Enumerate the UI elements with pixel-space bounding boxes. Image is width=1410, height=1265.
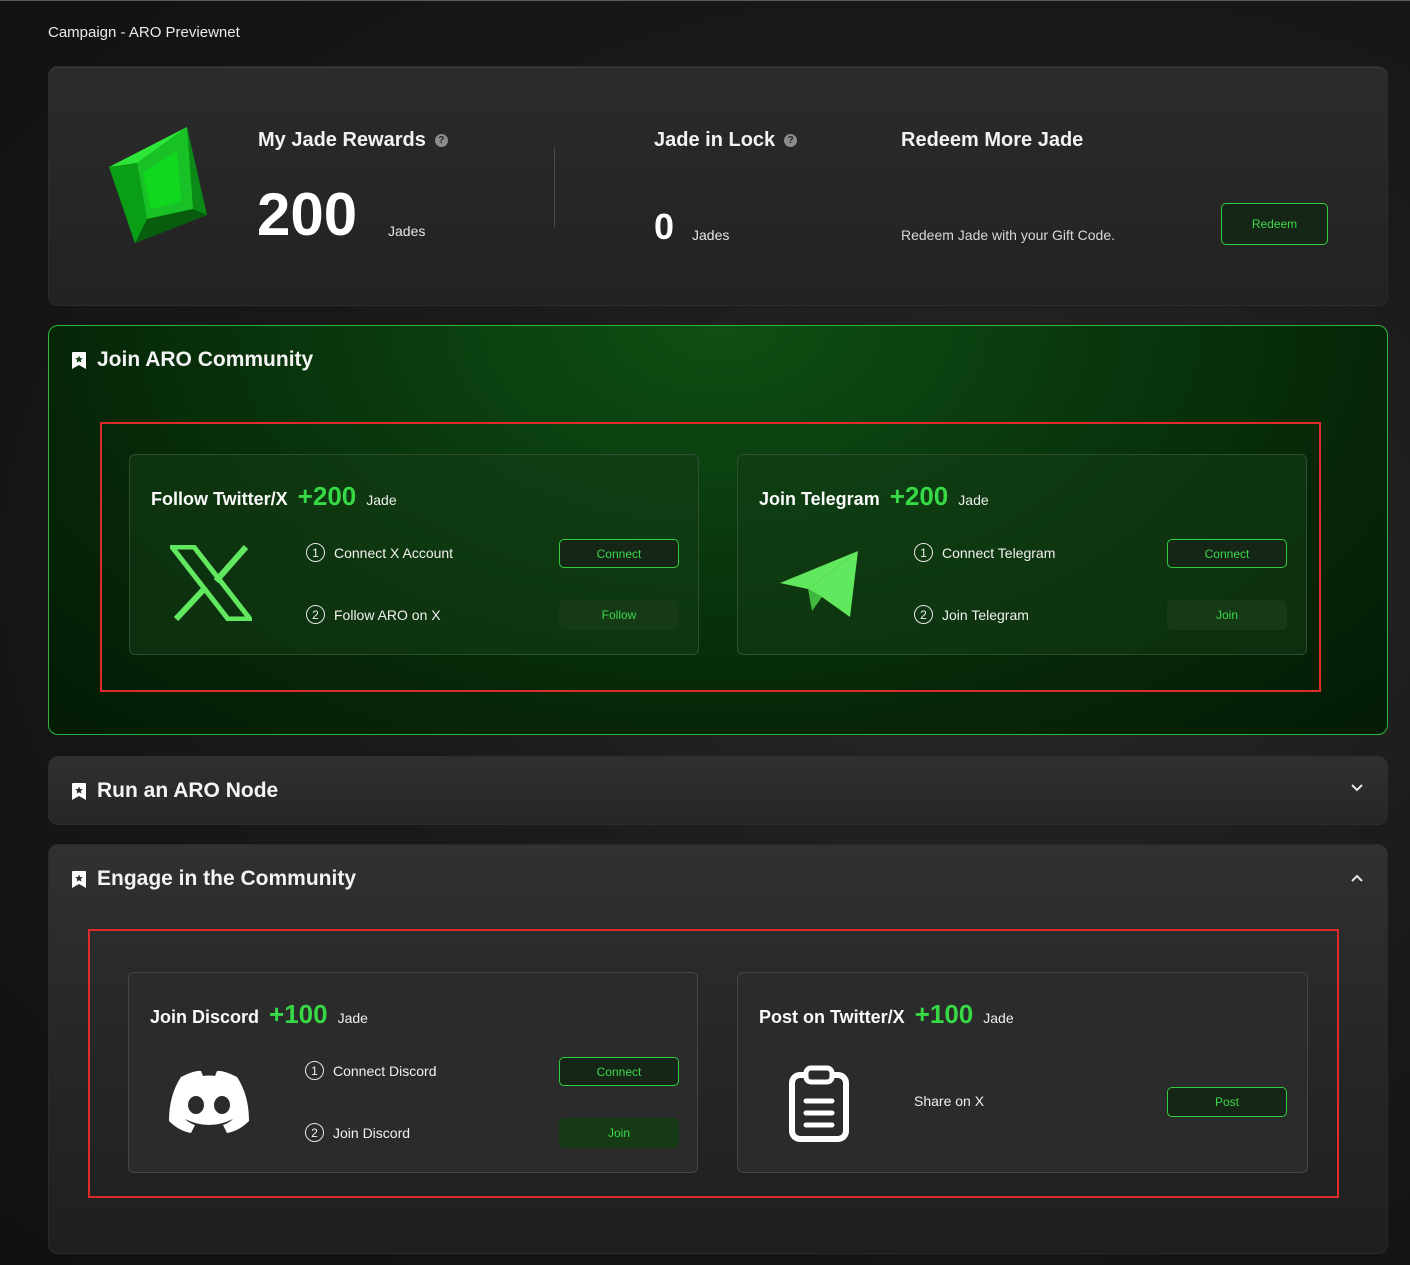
reward-amount: +100 xyxy=(269,999,328,1029)
reward-amount: +200 xyxy=(297,481,357,511)
follow-twitter-card: Follow Twitter/X +200 Jade 1 Connect X A… xyxy=(129,454,699,655)
section-header: Run an ARO Node xyxy=(71,779,278,803)
help-icon[interactable]: ? xyxy=(434,134,448,147)
step-connect-discord: 1 Connect Discord xyxy=(305,1061,437,1080)
jade-in-lock-unit: Jades xyxy=(692,227,730,243)
join-telegram-card: Join Telegram +200 Jade 1 Connect Telegr… xyxy=(737,454,1307,655)
card-title: Follow Twitter/X +200 Jade xyxy=(151,481,397,511)
jade-in-lock-label: Jade in Lock ? xyxy=(654,129,798,152)
chevron-down-icon[interactable] xyxy=(1349,779,1365,795)
join-discord-card: Join Discord +100 Jade 1 Connect Discord… xyxy=(128,972,698,1173)
bookmark-star-icon xyxy=(72,351,86,369)
chevron-up-icon[interactable] xyxy=(1349,871,1365,887)
help-icon[interactable]: ? xyxy=(784,134,798,147)
section-title: Engage in the Community xyxy=(97,867,357,890)
step-connect-x: 1 Connect X Account xyxy=(306,543,453,562)
step-follow-aro: 2 Follow ARO on X xyxy=(306,605,441,624)
my-jade-rewards-label: My Jade Rewards ? xyxy=(258,129,448,152)
run-aro-node-section[interactable]: Run an ARO Node xyxy=(48,756,1388,825)
reward-amount: +200 xyxy=(889,481,949,511)
redeem-description: Redeem Jade with your Gift Code. xyxy=(901,227,1115,243)
step-join-discord: 2 Join Discord xyxy=(305,1123,410,1142)
discord-logo-icon xyxy=(169,1070,249,1133)
connect-x-button[interactable]: Connect xyxy=(559,539,679,568)
post-twitter-card: Post on Twitter/X +100 Jade Share on X P… xyxy=(737,972,1308,1173)
x-logo-icon xyxy=(170,545,252,621)
telegram-logo-icon xyxy=(780,551,858,617)
step-join-telegram: 2 Join Telegram xyxy=(914,605,1029,624)
follow-button[interactable]: Follow xyxy=(559,600,679,630)
join-telegram-button[interactable]: Join xyxy=(1167,600,1287,630)
section-title: Join ARO Community xyxy=(97,348,314,371)
divider xyxy=(554,147,555,227)
join-discord-button[interactable]: Join xyxy=(559,1118,679,1148)
post-button[interactable]: Post xyxy=(1167,1087,1287,1117)
redeem-button[interactable]: Redeem xyxy=(1221,203,1328,245)
jade-in-lock-value: 0 xyxy=(654,206,675,247)
clipboard-icon xyxy=(789,1065,849,1142)
step-connect-telegram: 1 Connect Telegram xyxy=(914,543,1055,562)
card-title: Post on Twitter/X +100 Jade xyxy=(759,999,1014,1029)
page-title: Campaign - ARO Previewnet xyxy=(48,24,240,41)
my-jade-unit: Jades xyxy=(388,223,426,239)
rewards-panel: My Jade Rewards ? 200 Jades Jade in Lock… xyxy=(48,66,1388,306)
bookmark-star-icon xyxy=(72,870,86,888)
top-divider xyxy=(0,0,1410,1)
connect-discord-button[interactable]: Connect xyxy=(559,1057,679,1086)
section-header: Join ARO Community xyxy=(71,348,313,372)
share-on-x-label: Share on X xyxy=(914,1093,985,1109)
my-jade-value: 200 xyxy=(257,181,358,248)
card-title: Join Telegram +200 Jade xyxy=(759,481,989,511)
section-header: Engage in the Community xyxy=(71,867,356,891)
reward-amount: +100 xyxy=(914,999,974,1029)
bookmark-star-icon xyxy=(72,782,86,800)
redeem-more-jade-label: Redeem More Jade xyxy=(901,129,1084,151)
card-title: Join Discord +100 Jade xyxy=(150,999,368,1029)
section-title: Run an ARO Node xyxy=(97,779,279,802)
jade-gem-icon xyxy=(109,127,207,243)
connect-telegram-button[interactable]: Connect xyxy=(1167,539,1287,568)
